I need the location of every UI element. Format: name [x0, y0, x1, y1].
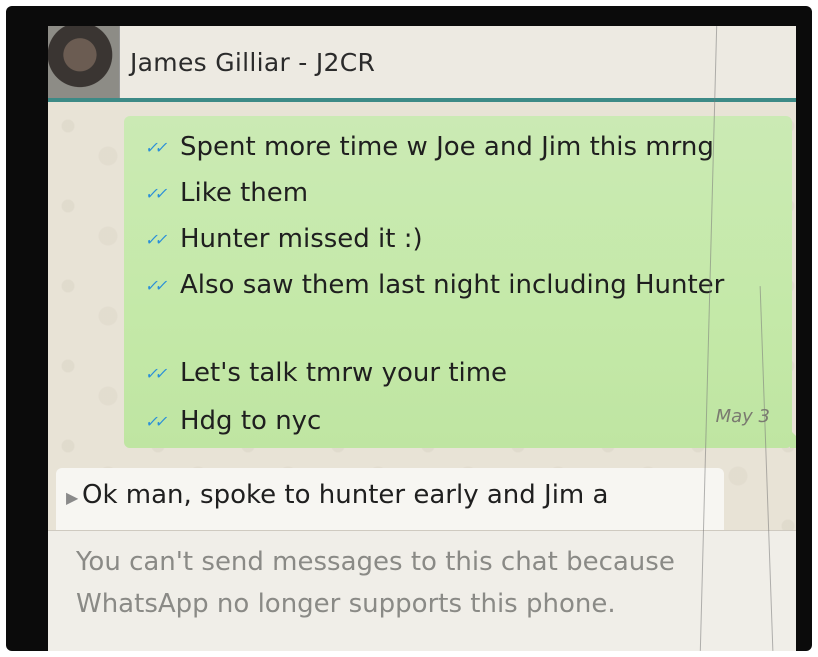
contact-avatar[interactable] — [48, 26, 120, 98]
double-check-icon: ✓✓ — [143, 411, 167, 431]
chat-screen: James Gilliar - J2CR ✓✓ Spent more time … — [48, 26, 796, 651]
message-text: Also saw them last night including Hunte… — [180, 270, 725, 300]
message-row: ✓✓ Hunter missed it :) — [143, 224, 423, 254]
unsupported-phone-notice: You can't send messages to this chat bec… — [48, 530, 796, 651]
double-check-icon: ✓✓ — [143, 137, 167, 157]
chat-header[interactable]: James Gilliar - J2CR — [48, 26, 796, 102]
message-row: ✓✓ Also saw them last night including Hu… — [143, 270, 725, 300]
message-text: Hunter missed it :) — [180, 224, 423, 254]
message-row: ✓✓ Spent more time w Joe and Jim this mr… — [143, 132, 714, 162]
contact-name[interactable]: James Gilliar - J2CR — [130, 48, 375, 77]
notice-line-2: WhatsApp no longer supports this phone. — [76, 589, 616, 619]
double-check-icon: ✓✓ — [143, 229, 167, 249]
message-row: ✓✓ Hdg to nyc — [143, 406, 322, 436]
message-text: Hdg to nyc — [180, 406, 322, 436]
message-text: Spent more time w Joe and Jim this mrng — [180, 132, 714, 162]
message-text: Ok man, spoke to hunter early and Jim a — [82, 480, 609, 510]
double-check-icon: ✓✓ — [143, 275, 167, 295]
message-row: ✓✓ Let's talk tmrw your time — [143, 358, 508, 388]
notice-line-1: You can't send messages to this chat bec… — [76, 547, 675, 577]
double-check-icon: ✓✓ — [143, 363, 167, 383]
forward-arrow-icon: ▶ — [66, 488, 79, 507]
message-text: Like them — [180, 178, 309, 208]
phone-frame: James Gilliar - J2CR ✓✓ Spent more time … — [6, 6, 812, 651]
message-text: Let's talk tmrw your time — [180, 358, 508, 388]
message-row: ✓✓ Like them — [143, 178, 309, 208]
double-check-icon: ✓✓ — [143, 183, 167, 203]
outgoing-message-bubble[interactable]: ✓✓ Spent more time w Joe and Jim this mr… — [124, 116, 796, 448]
message-timestamp: May 3 — [715, 406, 770, 427]
